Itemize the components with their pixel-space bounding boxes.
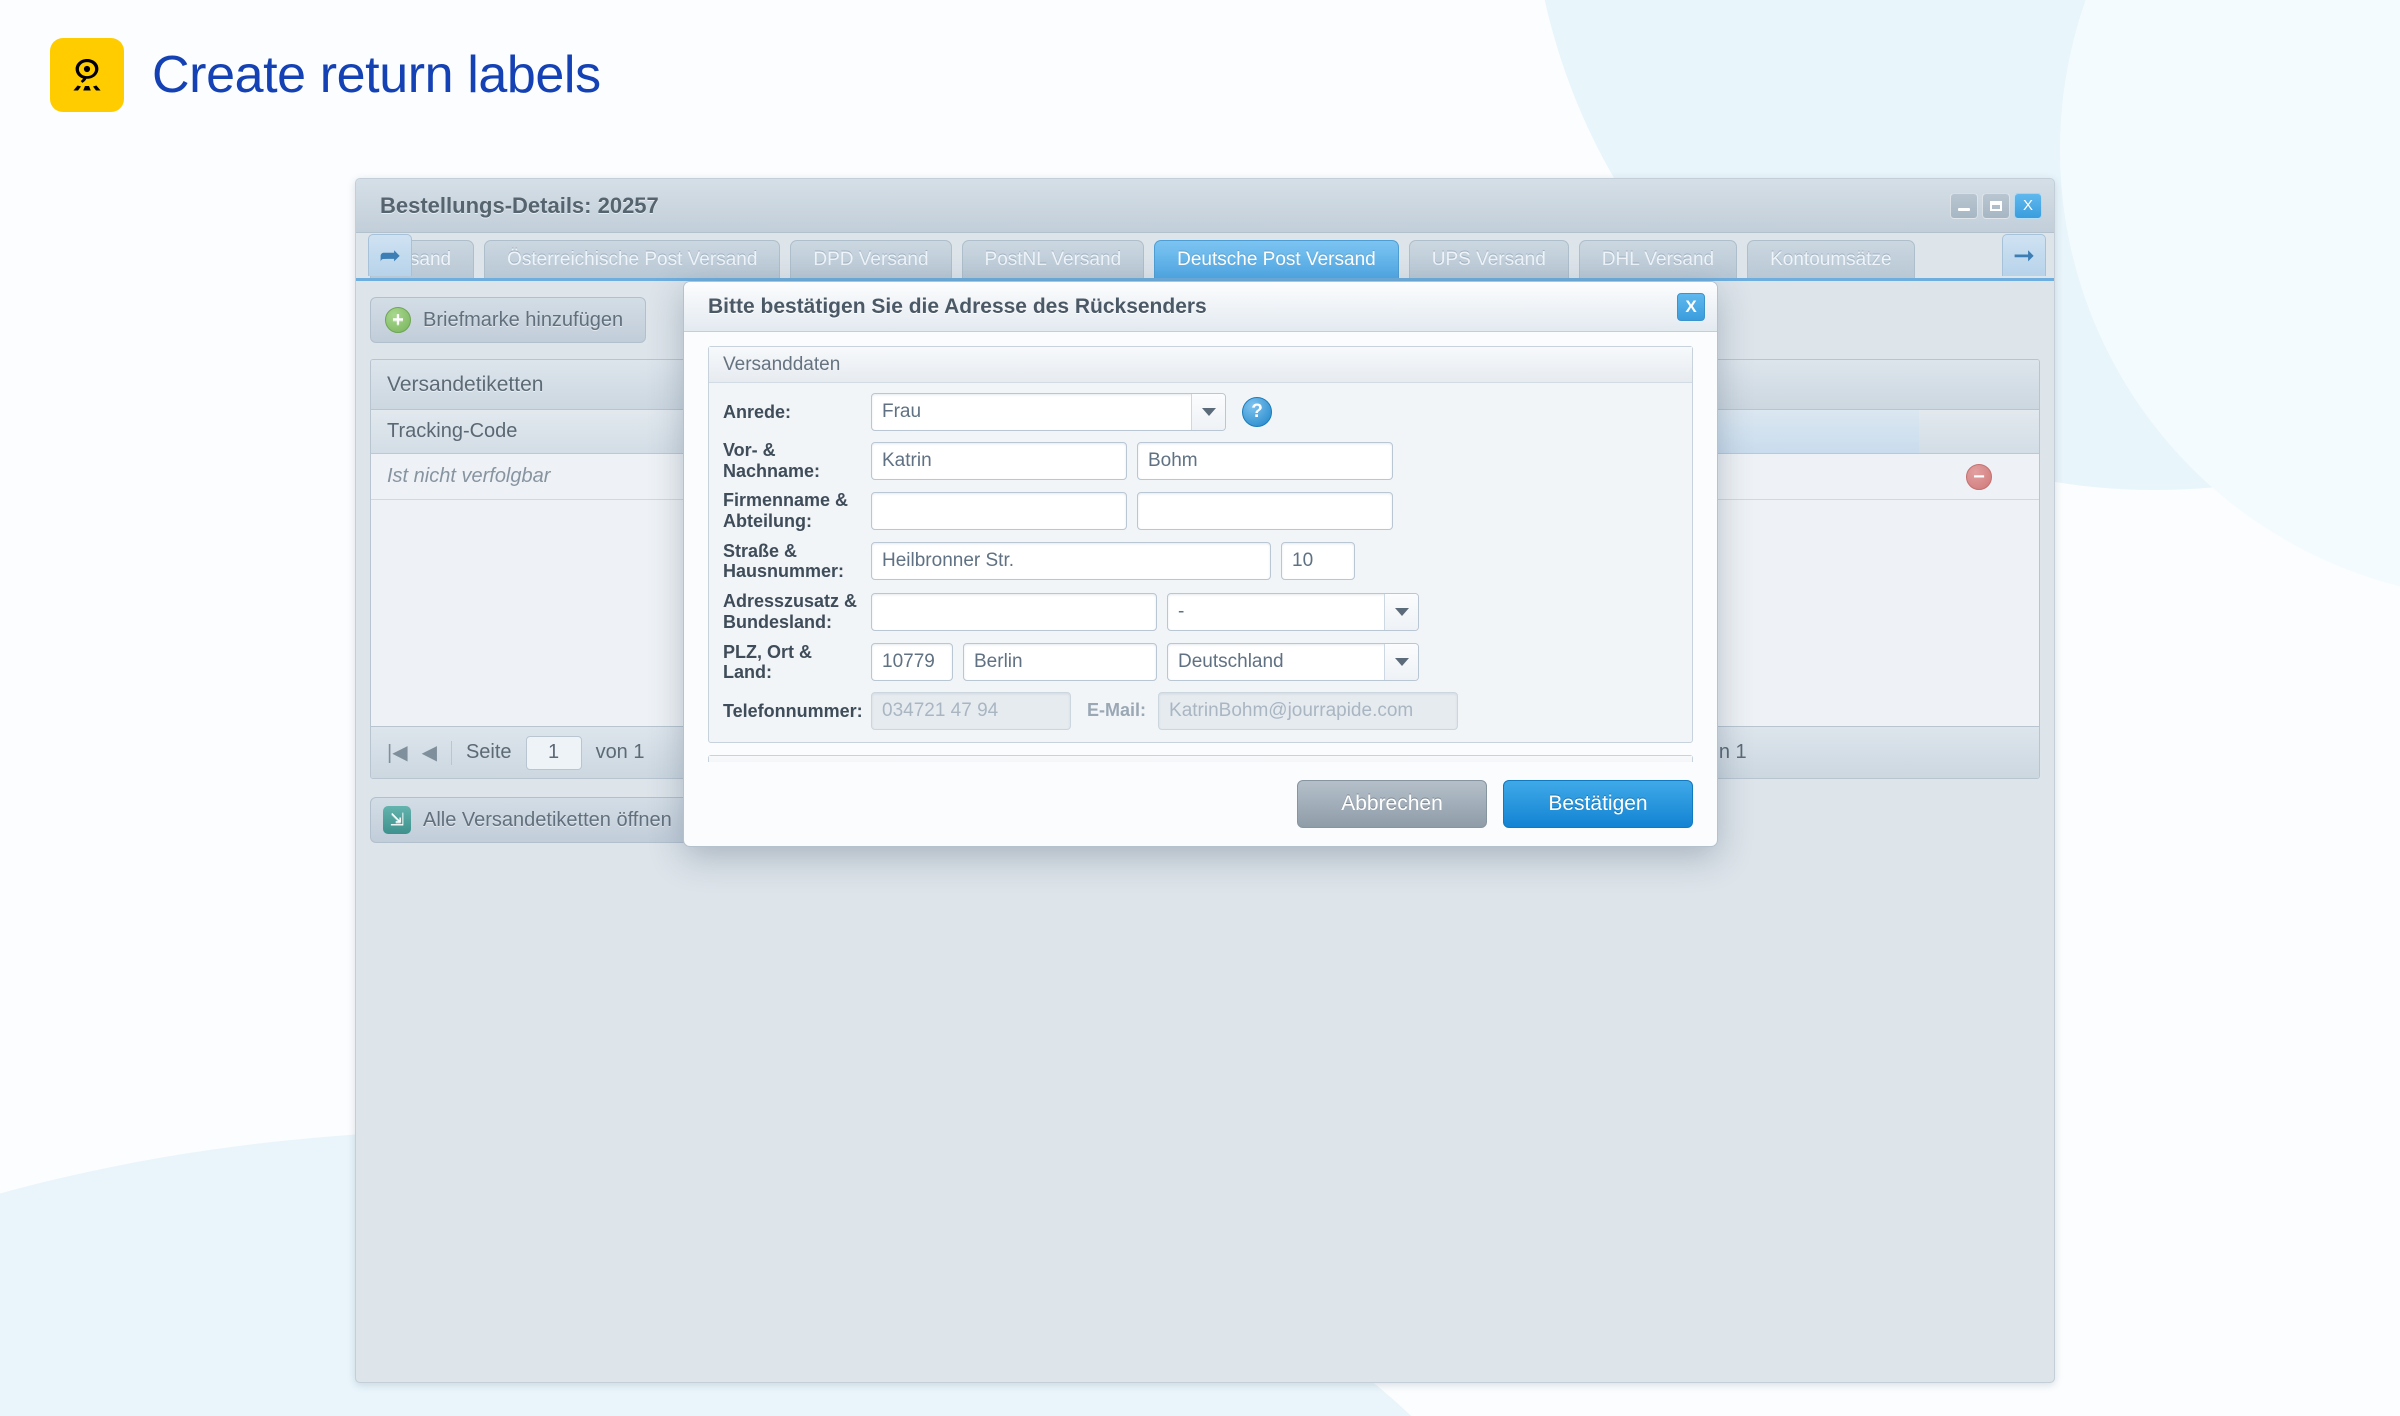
close-icon[interactable]: X xyxy=(2014,192,2042,219)
street-input[interactable]: Heilbronner Str. xyxy=(871,542,1271,581)
first-page-icon[interactable]: |◀ xyxy=(387,740,408,765)
divider xyxy=(450,740,452,765)
address-addition-label: Adresszusatz & Bundesland: xyxy=(723,591,858,632)
arrow-left-icon[interactable]: ➦ xyxy=(368,234,412,276)
department-input[interactable] xyxy=(1137,492,1393,531)
confirm-button[interactable]: Bestätigen xyxy=(1503,780,1693,828)
background-decoration-top-right-2 xyxy=(2060,0,2400,600)
street-label: Straße & Hausnummer: xyxy=(723,540,845,582)
last-name-input[interactable]: Bohm xyxy=(1137,441,1393,480)
page-title: Create return labels xyxy=(152,46,601,104)
tab-dpd-versand[interactable]: DPD Versand xyxy=(790,240,952,278)
shipping-data-fieldset: Versanddaten Anrede: Frau ? Vor- & Nachn… xyxy=(708,346,1693,743)
add-stamp-label: Briefmarke hinzufügen xyxy=(423,308,624,331)
window-titlebar: Bestellungs-Details: 20257 X xyxy=(356,179,2054,233)
contact-row: Telefonnummer: 034721 47 94 E-Mail: Katr… xyxy=(723,691,1678,730)
street-row: Straße & Hausnummer: Heilbronner Str. 10 xyxy=(723,541,1678,582)
dialog-footer: Abbrechen Bestätigen xyxy=(684,762,1717,846)
tab-deutsche-post-versand[interactable]: Deutsche Post Versand xyxy=(1154,240,1399,278)
state-value: - xyxy=(1178,600,1185,622)
country-select[interactable]: Deutschland xyxy=(1167,643,1419,682)
confirm-return-address-dialog: Bitte bestätigen Sie die Adresse des Rüc… xyxy=(683,281,1718,847)
cancel-button[interactable]: Abbrechen xyxy=(1297,780,1487,828)
salutation-row: Anrede: Frau ? xyxy=(723,393,1678,431)
window-title: Bestellungs-Details: 20257 xyxy=(380,192,659,218)
page-total-label: von 1 xyxy=(595,741,645,763)
city-row: PLZ, Ort & Land: 10779 Berlin Deutschlan… xyxy=(723,642,1678,683)
address-addition-row: Adresszusatz & Bundesland: - xyxy=(723,591,1678,632)
open-all-labels-button[interactable]: ⇲ Alle Versandetiketten öffnen xyxy=(370,797,695,843)
open-external-icon: ⇲ xyxy=(383,806,411,834)
tab-postnl-versand[interactable]: PostNL Versand xyxy=(961,240,1145,278)
tab-dhl-versand[interactable]: DHL Versand xyxy=(1578,240,1738,278)
first-name-input[interactable]: Katrin xyxy=(871,441,1127,480)
deutsche-post-horn-icon xyxy=(50,38,124,112)
tab-oesterreichische-post-versand[interactable]: Österreichische Post Versand xyxy=(484,240,781,278)
minus-circle-icon: − xyxy=(1966,463,1992,490)
shipping-data-legend: Versanddaten xyxy=(709,347,1692,383)
zip-input[interactable]: 10779 xyxy=(871,643,953,682)
arrow-right-icon[interactable]: ➞ xyxy=(2002,234,2046,276)
chevron-down-icon xyxy=(1191,394,1225,430)
email-label: E-Mail: xyxy=(1087,700,1147,721)
tab-ups-versand[interactable]: UPS Versand xyxy=(1408,240,1569,278)
tab-strip: ersand Österreichische Post Versand DPD … xyxy=(356,233,2054,281)
address-addition-input[interactable] xyxy=(871,592,1157,631)
email-input: KatrinBohm@jourrapide.com xyxy=(1158,691,1459,730)
city-label: PLZ, Ort & Land: xyxy=(723,641,812,683)
salutation-select[interactable]: Frau xyxy=(871,393,1226,431)
page-label: Seite xyxy=(465,741,512,763)
name-label: Vor- & Nachname: xyxy=(723,440,821,481)
dialog-titlebar: Bitte bestätigen Sie die Adresse des Rüc… xyxy=(684,282,1717,332)
salutation-value: Frau xyxy=(882,401,922,422)
chevron-down-icon xyxy=(1384,593,1418,630)
page-number-input[interactable]: 1 xyxy=(525,735,582,770)
package-weight-fieldset: Paketgewicht Gewicht in kg: 0,6 ✔ xyxy=(708,754,1693,762)
phone-input: 034721 47 94 xyxy=(871,691,1071,730)
plus-circle-icon: + xyxy=(385,307,411,333)
salutation-label: Anrede: xyxy=(723,401,792,422)
house-number-input[interactable]: 10 xyxy=(1281,542,1355,581)
company-label: Firmenname & Abteilung: xyxy=(723,490,849,532)
page-header: Create return labels xyxy=(50,38,601,112)
state-select[interactable]: - xyxy=(1167,592,1419,631)
delete-row-button[interactable]: − xyxy=(1919,463,2039,490)
open-all-labels-label: Alle Versandetiketten öffnen xyxy=(423,808,672,831)
chevron-down-icon xyxy=(1384,644,1418,681)
previous-page-icon[interactable]: ◀ xyxy=(422,740,437,765)
close-icon[interactable]: X xyxy=(1677,292,1705,321)
maximize-icon[interactable] xyxy=(1982,192,2010,219)
city-input[interactable]: Berlin xyxy=(963,643,1157,682)
dialog-body: Versanddaten Anrede: Frau ? Vor- & Nachn… xyxy=(684,332,1717,762)
phone-label: Telefonnummer: xyxy=(723,700,863,721)
dialog-title: Bitte bestätigen Sie die Adresse des Rüc… xyxy=(708,294,1207,318)
company-row: Firmenname & Abteilung: xyxy=(723,490,1678,531)
country-value: Deutschland xyxy=(1178,651,1284,673)
minimize-icon[interactable] xyxy=(1950,192,1978,219)
name-row: Vor- & Nachname: Katrin Bohm xyxy=(723,440,1678,481)
company-name-input[interactable] xyxy=(871,492,1127,531)
help-circle-icon[interactable]: ? xyxy=(1242,397,1272,427)
tab-kontoumsaetze[interactable]: Kontoumsätze xyxy=(1747,240,1915,278)
add-stamp-button[interactable]: + Briefmarke hinzufügen xyxy=(370,297,647,343)
